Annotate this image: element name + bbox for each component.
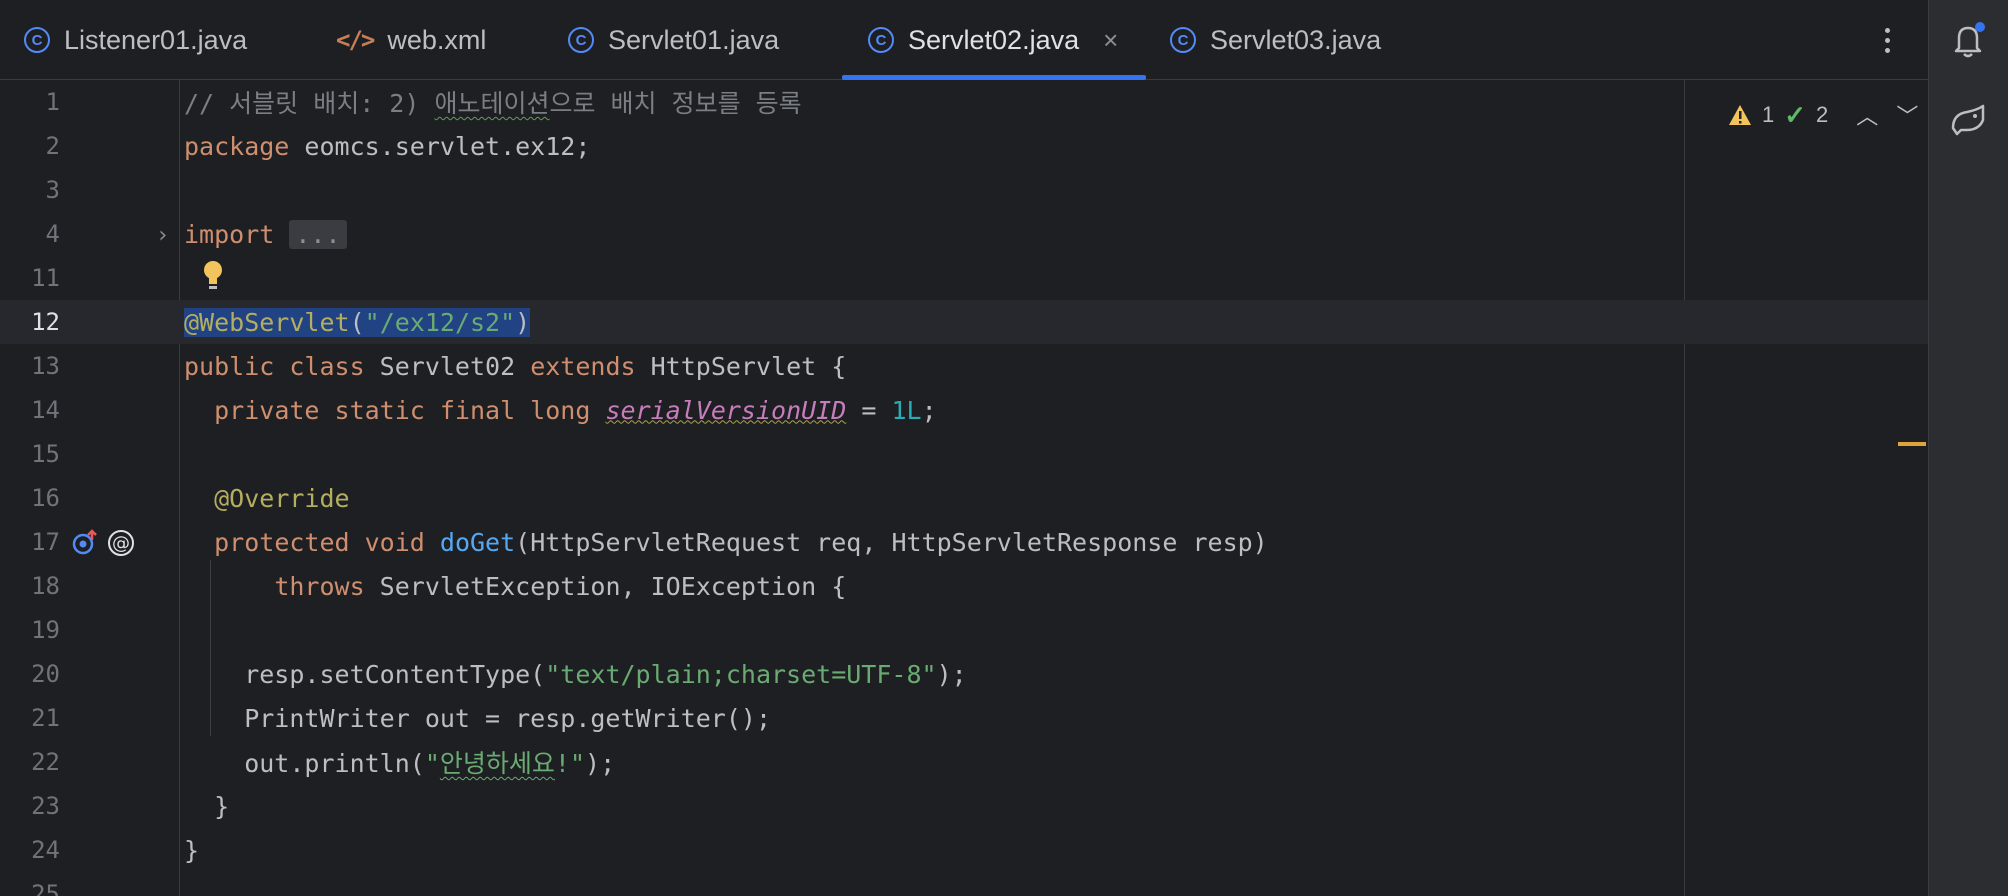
code-line: 3	[0, 168, 1928, 212]
ai-assistant-icon[interactable]	[1947, 98, 1991, 142]
editor-tab-bar: C Listener01.java </> web.xml C Servlet0…	[0, 0, 1928, 80]
tab-servlet03[interactable]: C Servlet03.java	[1170, 0, 1381, 80]
tab-label: Servlet03.java	[1210, 24, 1382, 55]
warning-count: 1	[1762, 102, 1775, 127]
line-number: 2	[45, 132, 60, 160]
code-text: PrintWriter out = resp.getWriter();	[184, 703, 771, 733]
code-text: package eomcs.servlet.ex12;	[184, 131, 591, 161]
class-icon: C	[1170, 27, 1196, 53]
code-text: private static final long serialVersionU…	[214, 395, 937, 425]
code-line: 18 throws ServletException, IOException …	[0, 564, 1928, 608]
class-icon: C	[568, 27, 594, 53]
xml-icon: </>	[336, 26, 375, 54]
line-number: 18	[31, 572, 60, 600]
line-number: 13	[31, 352, 60, 380]
code-line: 21 PrintWriter out = resp.getWriter();	[0, 696, 1928, 740]
line-number: 19	[31, 616, 60, 644]
chevron-up-icon[interactable]: ︿	[1856, 99, 1878, 131]
class-icon: C	[868, 27, 894, 53]
code-line: 25	[0, 872, 1928, 896]
code-editor[interactable]: 1 // 서블릿 배치: 2) 애노테이션으로 배치 정보를 등록 2 pack…	[0, 80, 1928, 896]
more-options-icon[interactable]	[1875, 20, 1899, 60]
folded-region[interactable]: ...	[289, 219, 347, 249]
line-number: 3	[45, 176, 60, 204]
code-line: 19	[0, 608, 1928, 652]
close-icon[interactable]: ×	[1103, 25, 1118, 56]
code-text: import ...	[184, 219, 347, 249]
code-text: @Override	[214, 483, 350, 513]
ok-count: 2	[1816, 102, 1829, 127]
code-line: 20 resp.setContentType("text/plain;chars…	[0, 652, 1928, 696]
code-text: @WebServlet("/ex12/s2")	[184, 307, 531, 337]
code-line: 11	[0, 256, 1928, 300]
code-line: 16 @Override	[0, 476, 1928, 520]
tab-label: Listener01.java	[64, 24, 248, 55]
code-line: 23 }	[0, 784, 1928, 828]
line-number: 21	[31, 704, 60, 732]
line-number: 17	[31, 528, 60, 556]
right-tool-strip	[1928, 0, 2008, 896]
code-line: 13 public class Servlet02 extends HttpSe…	[0, 344, 1928, 388]
tab-label: web.xml	[387, 24, 487, 55]
line-number: 22	[31, 748, 60, 776]
code-line: 17 protected void doGet(HttpServletReque…	[0, 520, 1928, 564]
line-number: 24	[31, 836, 60, 864]
code-line: 4 import ...	[0, 212, 1928, 256]
code-line: 1 // 서블릿 배치: 2) 애노테이션으로 배치 정보를 등록	[0, 80, 1928, 124]
comment-text: // 서블릿 배치: 2) 애노테이션으로 배치 정보를 등록	[184, 89, 802, 118]
code-text: public class Servlet02 extends HttpServl…	[184, 351, 847, 381]
annotation-at-icon[interactable]: @	[106, 528, 136, 558]
code-text: }	[184, 835, 200, 865]
checkmark-icon: ✓	[1784, 99, 1807, 130]
inspection-widget[interactable]: 1 ✓ 2 ︿ ﹀	[1728, 98, 1918, 132]
code-line: 24 }	[0, 828, 1928, 872]
tab-servlet01[interactable]: C Servlet01.java	[568, 0, 779, 80]
expand-fold-icon[interactable]: ›	[156, 223, 169, 248]
line-number: 16	[31, 484, 60, 512]
code-line-current: 12 @WebServlet("/ex12/s2")	[0, 300, 1928, 344]
code-line: 22 out.println("안녕하세요!");	[0, 740, 1928, 784]
chevron-down-icon[interactable]: ﹀	[1896, 99, 1918, 131]
line-number: 12	[31, 308, 60, 336]
class-icon: C	[24, 27, 50, 53]
line-number: 14	[31, 396, 60, 424]
svg-text:@: @	[112, 533, 130, 554]
tab-web-xml[interactable]: </> web.xml	[336, 0, 486, 80]
code-line: 2 package eomcs.servlet.ex12;	[0, 124, 1928, 168]
tab-listener01[interactable]: C Listener01.java	[24, 0, 247, 80]
line-number: 11	[31, 264, 60, 292]
tab-label: Servlet02.java	[908, 24, 1080, 55]
tab-servlet02[interactable]: C Servlet02.java ×	[868, 0, 1118, 80]
tab-label: Servlet01.java	[608, 24, 780, 55]
gutter-icons: @	[70, 528, 136, 558]
lightbulb-icon[interactable]	[200, 258, 226, 292]
line-number: 1	[45, 88, 60, 116]
line-number: 4	[45, 220, 60, 248]
line-number: 15	[31, 440, 60, 468]
warning-stripe-marker[interactable]	[1898, 442, 1926, 446]
line-number: 20	[31, 660, 60, 688]
override-method-icon[interactable]	[70, 528, 100, 558]
code-line: 15	[0, 432, 1928, 476]
code-text: resp.setContentType("text/plain;charset=…	[184, 659, 967, 689]
code-text: throws ServletException, IOException {	[274, 571, 847, 601]
line-number: 23	[31, 792, 60, 820]
code-line: 14 private static final long serialVersi…	[0, 388, 1928, 432]
code-text: }	[184, 791, 230, 821]
code-text: protected void doGet(HttpServletRequest …	[214, 527, 1268, 557]
warning-icon	[1729, 105, 1751, 125]
line-number: 25	[31, 880, 60, 896]
notifications-bell-icon[interactable]	[1947, 18, 1991, 62]
code-text: out.println("안녕하세요!");	[184, 749, 616, 778]
